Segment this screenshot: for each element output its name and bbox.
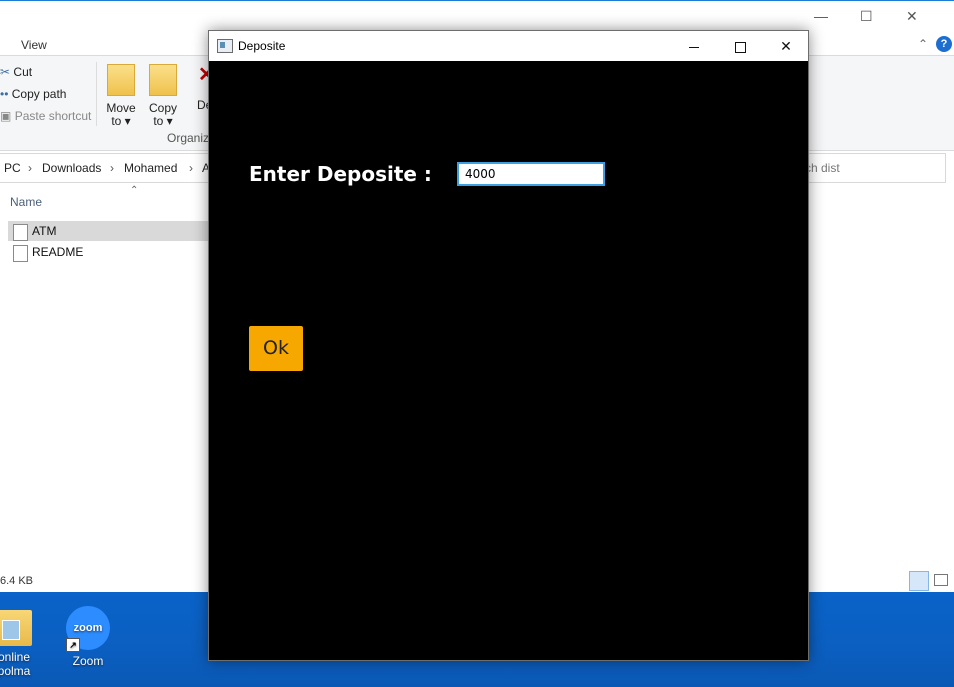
file-name: ATM — [32, 224, 57, 238]
java-app-icon — [217, 39, 233, 53]
paste-shortcut-button[interactable]: ▣ Paste shortcut — [0, 109, 91, 123]
move-to-icon — [107, 64, 135, 96]
minimize-icon[interactable]: — — [814, 8, 828, 24]
paste-shortcut-label: Paste shortcut — [14, 109, 92, 123]
desktop-icon-zoom[interactable]: zoom ↗ Zoom — [58, 606, 118, 668]
copy-path-icon: •• — [0, 87, 9, 101]
maximize-icon — [734, 41, 746, 53]
copy-to-label-2: to ▾ — [153, 114, 173, 128]
tab-view[interactable]: View — [21, 38, 47, 52]
close-icon: ✕ — [780, 38, 792, 54]
desktop-icon-label: Zoom — [72, 654, 104, 668]
scissors-icon: ✂ — [0, 65, 11, 79]
file-row-atm[interactable]: ATM — [8, 221, 208, 241]
copy-path-button[interactable]: •• Copy path — [0, 87, 66, 101]
search-placeholder: ch dist — [805, 161, 840, 175]
move-to-button[interactable]: Move to ▾ — [101, 64, 141, 128]
minimize-icon — [689, 46, 699, 48]
shortcut-arrow-icon: ↗ — [66, 638, 80, 652]
dialog-title-bar[interactable]: Deposite ✕ — [209, 31, 808, 61]
copy-to-button[interactable]: Copy to ▾ — [143, 64, 183, 128]
chevron-right-icon: › — [28, 161, 32, 175]
collapse-ribbon-icon[interactable]: ⌃ — [918, 37, 928, 51]
details-view-icon[interactable] — [909, 571, 929, 591]
organize-group-label: Organiz — [167, 131, 210, 145]
copy-to-icon — [149, 64, 177, 96]
cut-label: Cut — [13, 65, 33, 79]
close-icon[interactable]: ✕ — [906, 8, 918, 25]
ribbon-divider — [96, 62, 97, 126]
breadcrumb-mohamed[interactable]: Mohamed — [124, 161, 177, 175]
file-name: README — [32, 245, 84, 259]
copy-path-label: Copy path — [11, 87, 67, 101]
search-input[interactable]: ch dist — [796, 153, 946, 183]
breadcrumb-pc[interactable]: PC — [4, 161, 21, 175]
java-file-icon — [13, 224, 28, 241]
close-button[interactable]: ✕ — [763, 31, 809, 61]
status-size: 6.4 KB — [0, 575, 34, 587]
paste-shortcut-icon: ▣ — [0, 109, 12, 123]
explorer-title-buttons: — ☐ ✕ — [814, 1, 954, 31]
ok-button[interactable]: Ok — [249, 326, 303, 371]
deposit-label: Enter Deposite : — [249, 162, 432, 186]
desktop-icon-online[interactable]: online polma — [0, 610, 44, 678]
large-icons-view-icon[interactable] — [934, 574, 948, 586]
chevron-right-icon: › — [189, 161, 193, 175]
deposite-dialog: Deposite ✕ Enter Deposite : Ok — [208, 30, 809, 661]
chevron-right-icon: › — [110, 161, 114, 175]
maximize-icon[interactable]: ☐ — [860, 8, 873, 25]
file-row-readme[interactable]: README — [8, 242, 208, 262]
maximize-button[interactable] — [717, 31, 763, 61]
zoom-app-icon: zoom ↗ — [66, 606, 110, 652]
deposit-amount-input[interactable] — [457, 162, 605, 186]
move-to-label-2: to ▾ — [111, 114, 131, 128]
text-file-icon — [13, 245, 28, 262]
desktop-icon-label-2: polma — [0, 664, 31, 678]
breadcrumb-downloads[interactable]: Downloads — [42, 161, 101, 175]
cut-button[interactable]: ✂ Cut — [0, 65, 32, 79]
desktop-icon-label: online — [0, 650, 31, 664]
help-icon[interactable]: ? — [936, 36, 952, 52]
sort-ascending-icon: ⌃ — [130, 185, 139, 196]
column-header-name[interactable]: Name — [10, 195, 42, 209]
folder-icon — [0, 610, 32, 646]
zoom-logo-text: zoom — [73, 622, 103, 634]
minimize-button[interactable] — [671, 31, 717, 61]
dialog-title: Deposite — [238, 39, 286, 53]
